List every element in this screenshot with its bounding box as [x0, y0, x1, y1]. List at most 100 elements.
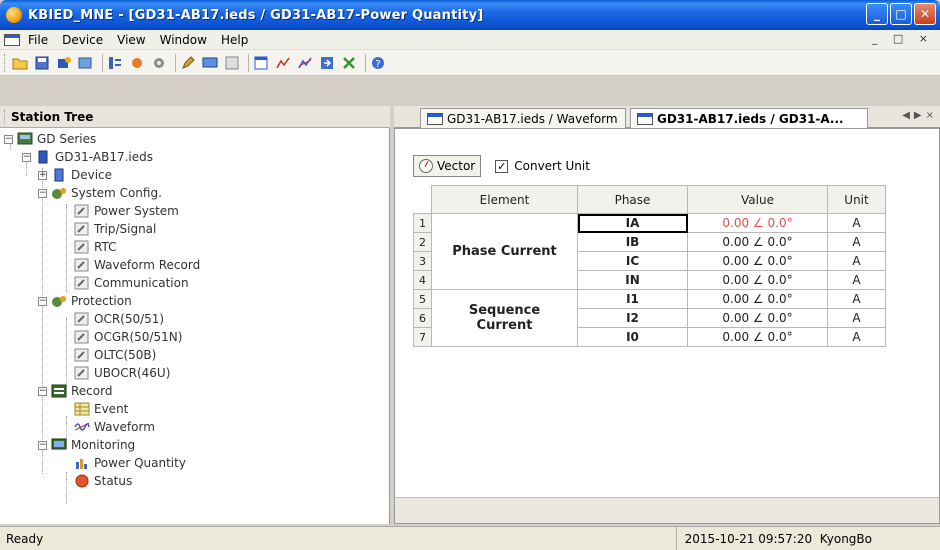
collapse-toggle[interactable]: − [4, 134, 13, 144]
tree-item-rtc[interactable]: RTC [74, 238, 116, 256]
phase-cell[interactable]: I1 [577, 289, 688, 309]
expand-toggle[interactable]: + [38, 170, 47, 180]
status-datetime: 2015-10-21 09:57:20 KyongBo [675, 527, 880, 550]
tree-item-waveform[interactable]: Waveform [74, 418, 155, 436]
edit-icon[interactable] [179, 54, 197, 72]
export-icon[interactable] [318, 54, 336, 72]
panel-grip[interactable] [4, 109, 7, 124]
mdi-controls[interactable]: _ □ × [872, 32, 934, 45]
table-row[interactable]: 5 Sequence Current I1 0.00 ∠ 0.0° A [413, 289, 886, 347]
tab-waveform[interactable]: GD31-AB17.ieds / Waveform [420, 108, 626, 128]
datetime-text: 2015-10-21 09:57:20 [684, 531, 813, 546]
menu-help[interactable]: Help [221, 33, 248, 47]
delete-x-icon[interactable] [340, 54, 358, 72]
settings-gear-icon [51, 294, 67, 308]
tree-label: OCR(50/51) [94, 312, 165, 326]
close-button[interactable]: ✕ [914, 3, 936, 25]
tree-item-ocr[interactable]: OCR(50/51) [74, 310, 164, 328]
monitor-icon[interactable] [201, 54, 219, 72]
value-cell: 0.00 ∠ 0.0° [687, 251, 828, 271]
tree-icon[interactable] [106, 54, 124, 72]
app-icon [6, 7, 22, 23]
tree-item-communication[interactable]: Communication [74, 274, 189, 292]
vector-button[interactable]: Vector [413, 155, 482, 177]
tab-scroll-controls[interactable]: ◀▶× [902, 110, 938, 121]
tree-label: RTC [94, 240, 117, 254]
help-icon[interactable]: ? [369, 54, 387, 72]
tree-item-ubocr[interactable]: UBOCR(46U) [74, 364, 170, 382]
convert-unit-checkbox[interactable]: ✓ Convert Unit [495, 159, 590, 173]
window-controls: _ □ ✕ [866, 3, 936, 25]
header-phase[interactable]: Phase [577, 185, 688, 214]
phase-cell[interactable]: IA [577, 213, 688, 233]
maximize-button[interactable]: □ [890, 3, 912, 25]
phase-cell[interactable]: I0 [577, 327, 688, 347]
value-cell: 0.00 ∠ 0.0° [687, 270, 828, 290]
tree-item-monitoring[interactable]: − Monitoring [38, 436, 135, 454]
status-text: Ready [6, 531, 44, 546]
table-row[interactable]: 1 Phase Current IA 0.00 ∠ 0.0° A [413, 213, 886, 290]
device-list-icon[interactable] [77, 54, 95, 72]
tree-item-event[interactable]: Event [74, 400, 128, 418]
open-folder-icon[interactable] [11, 54, 29, 72]
tree-item-status[interactable]: Status [74, 472, 132, 490]
tree-item-device-file[interactable]: − GD31-AB17.ieds [22, 148, 153, 166]
collapse-toggle[interactable]: − [38, 386, 47, 396]
minimize-button[interactable]: _ [866, 3, 888, 25]
menu-view[interactable]: View [117, 33, 145, 47]
device-add-icon[interactable] [55, 54, 73, 72]
tree-item-system-config[interactable]: − System Config. [38, 184, 162, 202]
menu-device[interactable]: Device [62, 33, 103, 47]
tree-label: Power System [94, 204, 179, 218]
collapse-toggle[interactable]: − [22, 152, 31, 162]
menu-window[interactable]: Window [160, 33, 207, 47]
window-icon[interactable] [252, 54, 270, 72]
tree-item-waveform-record[interactable]: Waveform Record [74, 256, 200, 274]
chart-scatter-icon[interactable] [296, 54, 314, 72]
tree-label: Communication [94, 276, 189, 290]
bar-chart-icon [74, 456, 90, 470]
view-options: Vector ✓ Convert Unit [413, 155, 590, 177]
settings-gear-icon[interactable] [150, 54, 168, 72]
tree-item-trip-signal[interactable]: Trip/Signal [74, 220, 156, 238]
document-icon [427, 112, 443, 125]
wrench-icon [74, 366, 90, 380]
tree-label: System Config. [71, 186, 162, 200]
menu-bar: File Device View Window Help _ □ × [0, 30, 940, 50]
tab-power-quantity[interactable]: GD31-AB17.ieds / GD31-A... [630, 108, 868, 129]
chart-line-icon[interactable] [274, 54, 292, 72]
tree-item-record[interactable]: − Record [38, 382, 112, 400]
toolbar-grip[interactable] [4, 53, 7, 72]
header-value[interactable]: Value [687, 185, 828, 214]
phase-cell[interactable]: IC [577, 251, 688, 271]
phase-cell[interactable]: I2 [577, 308, 688, 328]
save-icon[interactable] [33, 54, 51, 72]
tree-item-gd-series[interactable]: − GD Series [4, 130, 96, 148]
toolbar-separator [365, 53, 366, 72]
check-icon[interactable]: ✓ [495, 159, 509, 173]
tree-item-power-system[interactable]: Power System [74, 202, 179, 220]
row-number: 4 [413, 270, 432, 290]
phase-cell[interactable]: IN [577, 270, 688, 290]
convert-unit-label: Convert Unit [514, 159, 590, 173]
tree-item-oltc[interactable]: OLTC(50B) [74, 346, 156, 364]
tree-item-ocgr[interactable]: OCGR(50/51N) [74, 328, 182, 346]
header-element[interactable]: Element [431, 185, 578, 214]
collapse-toggle[interactable]: − [38, 296, 47, 306]
collapse-toggle[interactable]: − [38, 440, 47, 450]
tree-item-device[interactable]: + Device [38, 166, 112, 184]
row-number: 5 [413, 289, 432, 309]
settings-gear-icon [51, 186, 67, 200]
table-icon [74, 402, 90, 416]
grid-icon[interactable] [223, 54, 241, 72]
row-number: 2 [413, 232, 432, 252]
tree-item-power-quantity[interactable]: Power Quantity [74, 454, 186, 472]
phase-cell[interactable]: IB [577, 232, 688, 252]
unit-cell: A [827, 289, 886, 309]
document-icon[interactable] [4, 33, 20, 46]
collapse-toggle[interactable]: − [38, 188, 47, 198]
tree-item-protection[interactable]: − Protection [38, 292, 132, 310]
connect-icon[interactable] [128, 54, 146, 72]
header-unit[interactable]: Unit [827, 185, 886, 214]
menu-file[interactable]: File [28, 33, 48, 47]
